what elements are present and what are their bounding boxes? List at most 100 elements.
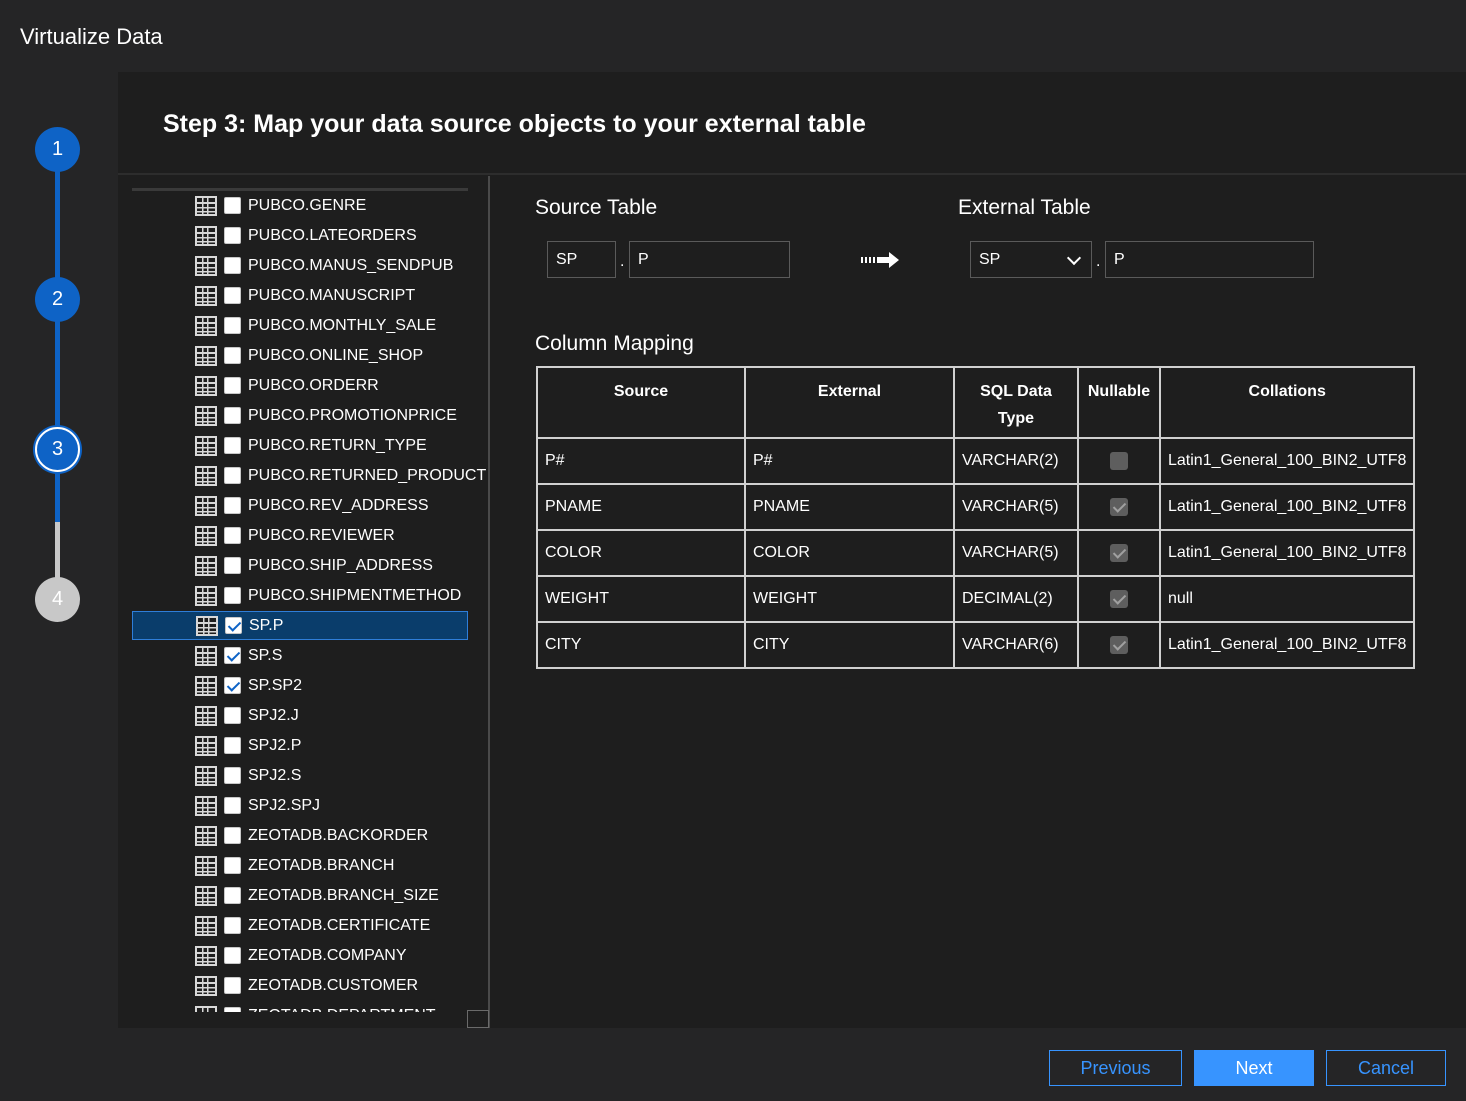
tree-item-checkbox[interactable] <box>224 857 241 874</box>
next-button[interactable]: Next <box>1194 1050 1314 1086</box>
tree-item-label: SPJ2.P <box>248 736 302 754</box>
step-2[interactable]: 2 <box>35 277 80 322</box>
page-title: Step 3: Map your data source objects to … <box>163 110 866 138</box>
table-icon <box>195 975 217 996</box>
nullable-checkbox <box>1110 589 1128 608</box>
tree-item-checkbox[interactable] <box>224 437 241 454</box>
tree-item-checkbox[interactable] <box>224 557 241 574</box>
tree-item[interactable]: PUBCO.MONTHLY_SALE <box>132 311 468 340</box>
table-icon <box>196 615 218 636</box>
tree-item-checkbox[interactable] <box>224 977 241 994</box>
tree-item-checkbox[interactable] <box>224 737 241 754</box>
tree-item[interactable]: PUBCO.SHIPMENTMETHOD <box>132 581 468 610</box>
tree-item-checkbox[interactable] <box>224 827 241 844</box>
tree-item[interactable]: SPJ2.J <box>132 701 468 730</box>
object-tree[interactable]: PUBCO.GENRE PUBCO.LATEORDERS PUBCO.MANUS_S… <box>132 176 489 1012</box>
tree-item-checkbox[interactable] <box>224 707 241 724</box>
external-column[interactable]: WEIGHT <box>744 575 955 623</box>
external-table-input[interactable]: P <box>1105 241 1314 278</box>
tree-item[interactable]: PUBCO.REVIEWER <box>132 521 468 550</box>
source-table-label: Source Table <box>535 196 658 219</box>
tree-item[interactable]: PUBCO.REV_ADDRESS <box>132 491 468 520</box>
tree-item-checkbox[interactable] <box>224 467 241 484</box>
column-mapping-label: Column Mapping <box>535 332 694 355</box>
tree-item-checkbox[interactable] <box>224 197 241 214</box>
tree-item[interactable]: ZEOTADB.BACKORDER <box>132 821 468 850</box>
tree-item[interactable]: ZEOTADB.CUSTOMER <box>132 971 468 1000</box>
external-schema-select[interactable]: SP <box>970 241 1092 278</box>
tree-item[interactable]: ZEOTADB.CERTIFICATE <box>132 911 468 940</box>
tree-item[interactable]: PUBCO.ORDERR <box>132 371 468 400</box>
nullable-checkbox <box>1110 635 1128 654</box>
previous-button[interactable]: Previous <box>1049 1050 1182 1086</box>
tree-item[interactable]: PUBCO.MANUSCRIPT <box>132 281 468 310</box>
tree-item[interactable]: PUBCO.MANUS_SENDPUB <box>132 251 468 280</box>
table-icon <box>195 495 217 516</box>
tree-item[interactable]: PUBCO.RETURN_TYPE <box>132 431 468 460</box>
resize-handle[interactable] <box>467 1010 489 1028</box>
tree-item[interactable]: PUBCO.SHIP_ADDRESS <box>132 551 468 580</box>
tree-item-checkbox[interactable] <box>224 227 241 244</box>
tree-item-checkbox[interactable] <box>224 587 241 604</box>
tree-item-checkbox[interactable] <box>224 497 241 514</box>
tree-item[interactable]: SP.SP2 <box>132 671 468 700</box>
tree-item[interactable]: ZEOTADB.DEPARTMENT <box>132 1001 468 1012</box>
tree-item-checkbox[interactable] <box>224 797 241 814</box>
source-column: WEIGHT <box>536 575 746 623</box>
tree-item[interactable]: SPJ2.SPJ <box>132 791 468 820</box>
tree-item[interactable]: PUBCO.ONLINE_SHOP <box>132 341 468 370</box>
external-column[interactable]: PNAME <box>744 483 955 531</box>
tree-item[interactable]: PUBCO.RETURNED_PRODUCT <box>132 461 486 490</box>
external-column[interactable]: P# <box>744 437 955 485</box>
tree-item-checkbox[interactable] <box>224 287 241 304</box>
tree-item[interactable]: ZEOTADB.BRANCH <box>132 851 468 880</box>
tree-item[interactable]: SPJ2.P <box>132 731 468 760</box>
table-icon <box>195 705 217 726</box>
divider <box>118 173 1466 175</box>
dialog-title: Virtualize Data <box>20 24 163 49</box>
tree-item[interactable]: SP.S <box>132 641 468 670</box>
tree-item-label: PUBCO.MANUSCRIPT <box>248 286 416 304</box>
tree-item-checkbox[interactable] <box>224 347 241 364</box>
cancel-button[interactable]: Cancel <box>1326 1050 1446 1086</box>
tree-item[interactable]: SPJ2.S <box>132 761 468 790</box>
tree-item-checkbox[interactable] <box>225 617 242 634</box>
tree-item-checkbox[interactable] <box>224 257 241 274</box>
tree-item[interactable]: PUBCO.PROMOTIONPRICE <box>132 401 468 430</box>
table-icon <box>195 735 217 756</box>
table-icon <box>195 345 217 366</box>
tree-item-checkbox[interactable] <box>224 767 241 784</box>
tree-item-checkbox[interactable] <box>224 917 241 934</box>
source-schema-input[interactable]: SP <box>547 241 616 278</box>
step-3[interactable]: 3 <box>35 427 80 472</box>
source-column: COLOR <box>536 529 746 577</box>
tree-item-checkbox[interactable] <box>224 407 241 424</box>
tree-item-checkbox[interactable] <box>224 677 241 694</box>
tree-item[interactable]: PUBCO.LATEORDERS <box>132 221 468 250</box>
tree-item-label: ZEOTADB.BACKORDER <box>248 826 429 844</box>
tree-item[interactable]: ZEOTADB.COMPANY <box>132 941 468 970</box>
tree-item-label: SPJ2.J <box>248 706 299 724</box>
tree-item-checkbox[interactable] <box>224 377 241 394</box>
panel-divider[interactable] <box>488 176 490 1028</box>
tree-item-checkbox[interactable] <box>224 647 241 664</box>
tree-item[interactable]: PUBCO.GENRE <box>132 191 468 220</box>
tree-item-checkbox[interactable] <box>224 1007 241 1012</box>
sql-type: VARCHAR(5) <box>953 483 1079 531</box>
tree-item-checkbox[interactable] <box>224 527 241 544</box>
external-separator: . <box>1096 253 1101 270</box>
external-column[interactable]: CITY <box>744 621 955 669</box>
source-table-input[interactable]: P <box>629 241 790 278</box>
step-1[interactable]: 1 <box>35 127 80 172</box>
tree-item-label: SPJ2.S <box>248 766 302 784</box>
tree-item-label: ZEOTADB.CERTIFICATE <box>248 916 431 934</box>
table-icon <box>195 885 217 906</box>
collation: Latin1_General_100_BIN2_UTF8 <box>1158 483 1416 531</box>
tree-item-checkbox[interactable] <box>224 947 241 964</box>
tree-item-checkbox[interactable] <box>224 887 241 904</box>
tree-item[interactable]: SP.P <box>132 611 468 640</box>
tree-item-label: ZEOTADB.COMPANY <box>248 946 407 964</box>
tree-item[interactable]: ZEOTADB.BRANCH_SIZE <box>132 881 468 910</box>
external-column[interactable]: COLOR <box>744 529 955 577</box>
tree-item-checkbox[interactable] <box>224 317 241 334</box>
